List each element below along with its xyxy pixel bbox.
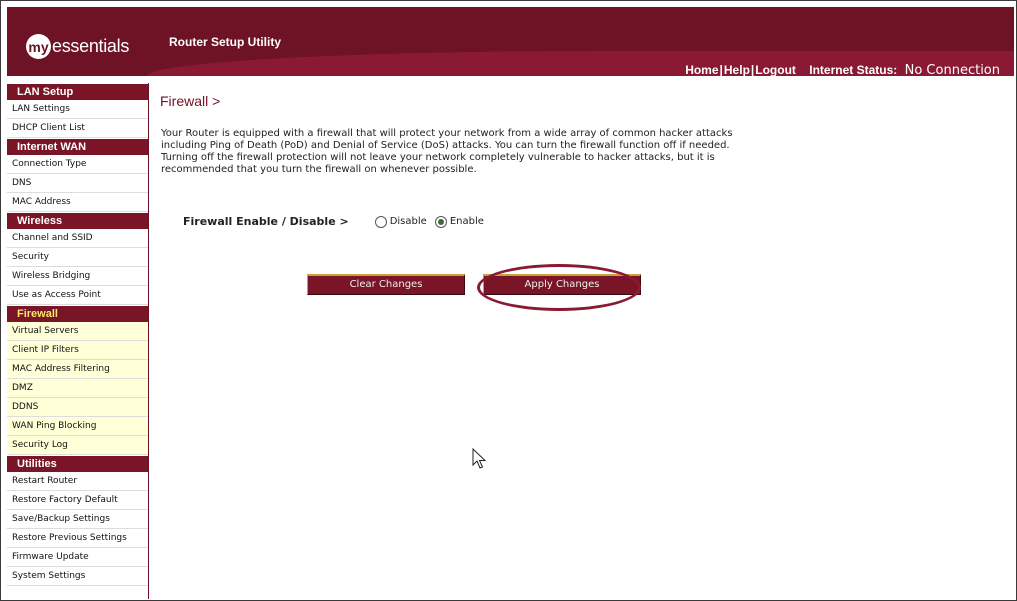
sidebar-item-lan-settings[interactable]: LAN Settings (7, 100, 148, 119)
sidebar-section-internet-wan: Internet WAN (7, 138, 148, 155)
enable-label: Enable (449, 216, 484, 227)
help-link[interactable]: Help (724, 63, 750, 76)
enable-option[interactable]: Enable (434, 215, 484, 228)
sidebar-item-save-backup-settings[interactable]: Save/Backup Settings (7, 510, 148, 529)
disable-radio[interactable] (374, 215, 387, 228)
disable-option[interactable]: Disable (374, 215, 427, 228)
firewall-description: Your Router is equipped with a firewall … (161, 128, 733, 175)
nav-separator: | (719, 63, 723, 76)
sidebar-item-system-settings[interactable]: System Settings (7, 567, 148, 586)
sidebar-item-restart-router[interactable]: Restart Router (7, 472, 148, 491)
sidebar-item-firmware-update[interactable]: Firmware Update (7, 548, 148, 567)
brand-logo: my essentials (26, 34, 129, 59)
internet-status-value: No Connection (904, 63, 1000, 76)
sidebar-item-restore-previous-settings[interactable]: Restore Previous Settings (7, 529, 148, 548)
mouse-pointer-icon (472, 448, 486, 469)
sidebar-item-client-ip-filters[interactable]: Client IP Filters (7, 341, 148, 360)
app-title: Router Setup Utility (169, 35, 282, 49)
sidebar-item-wireless-bridging[interactable]: Wireless Bridging (7, 267, 148, 286)
firewall-toggle-row: Firewall Enable / Disable > Disable Enab… (183, 215, 484, 228)
nav-separator: | (750, 63, 755, 76)
sidebar-item-dhcp-client-list[interactable]: DHCP Client List (7, 119, 148, 138)
sidebar-item-virtual-servers[interactable]: Virtual Servers (7, 322, 148, 341)
sidebar-section-firewall: Firewall (7, 305, 148, 322)
sidebar-item-channel-ssid[interactable]: Channel and SSID (7, 229, 148, 248)
sidebar-item-restore-factory-default[interactable]: Restore Factory Default (7, 491, 148, 510)
header-bar: my essentials Router Setup Utility Home|… (7, 7, 1014, 76)
internet-status-label: Internet Status: (809, 63, 898, 76)
sidebar-item-security[interactable]: Security (7, 248, 148, 267)
firewall-toggle-label: Firewall Enable / Disable > (183, 215, 349, 228)
sidebar-section-utilities: Utilities (7, 455, 148, 472)
page-title: Firewall > (160, 93, 221, 109)
sidebar: LAN Setup LAN Settings DHCP Client List … (7, 83, 149, 599)
sidebar-item-mac-address[interactable]: MAC Address (7, 193, 148, 212)
clear-changes-button[interactable]: Clear Changes (307, 274, 465, 295)
disable-label: Disable (389, 216, 427, 227)
sidebar-item-security-log[interactable]: Security Log (7, 436, 148, 455)
logo-word: essentials (52, 36, 130, 56)
sidebar-item-connection-type[interactable]: Connection Type (7, 155, 148, 174)
home-link[interactable]: Home (685, 63, 718, 76)
sidebar-section-lan-setup: LAN Setup (7, 83, 148, 100)
logout-link[interactable]: Logout (755, 63, 796, 76)
sidebar-item-access-point[interactable]: Use as Access Point (7, 286, 148, 305)
sidebar-item-wan-ping-blocking[interactable]: WAN Ping Blocking (7, 417, 148, 436)
logo-circle: my (26, 34, 51, 59)
sidebar-item-ddns[interactable]: DDNS (7, 398, 148, 417)
top-nav: Home|Help|Logout Internet Status: No Con… (685, 63, 1000, 76)
highlight-ellipse (477, 264, 641, 311)
sidebar-item-dns[interactable]: DNS (7, 174, 148, 193)
sidebar-item-dmz[interactable]: DMZ (7, 379, 148, 398)
sidebar-section-wireless: Wireless (7, 212, 148, 229)
sidebar-item-mac-address-filtering[interactable]: MAC Address Filtering (7, 360, 148, 379)
enable-radio[interactable] (434, 215, 447, 228)
